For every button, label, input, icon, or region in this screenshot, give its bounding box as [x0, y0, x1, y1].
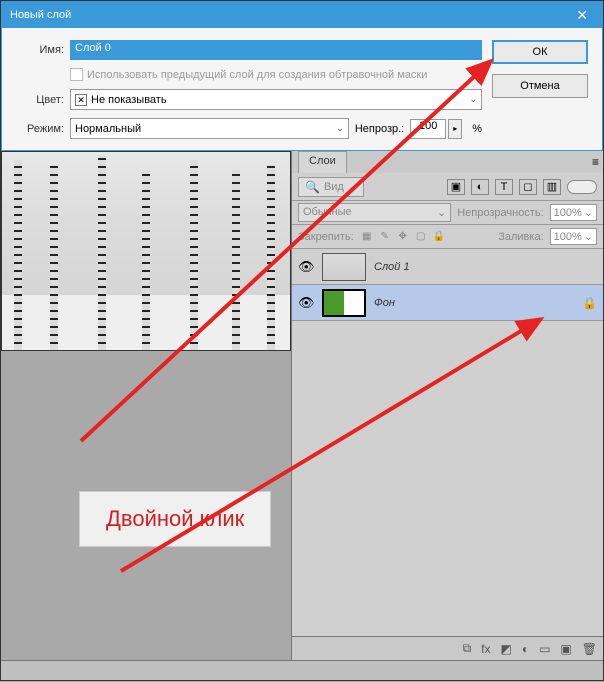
ok-button[interactable]: ОК [492, 40, 588, 64]
annotation-callout: Двойной клик [79, 491, 271, 547]
search-icon: 🔍 [305, 180, 320, 194]
status-bar [1, 660, 603, 680]
layer-row[interactable]: 👁 Слой 1 [292, 249, 603, 285]
layer-thumbnail[interactable] [322, 289, 366, 317]
mask-icon[interactable]: ◩ [500, 642, 511, 656]
name-input[interactable]: Слой 0 [70, 40, 482, 60]
layer-thumbnail[interactable] [322, 253, 366, 281]
layer-name[interactable]: Слой 1 [374, 261, 597, 273]
panel-menu-icon[interactable]: ≡ [592, 155, 599, 169]
filter-kind-select[interactable]: 🔍 Вид ⌄ [298, 177, 364, 197]
use-prev-mask-label: Использовать предыдущий слой для создани… [87, 69, 427, 81]
percent-label: % [472, 123, 482, 135]
cancel-button[interactable]: Отмена [492, 74, 588, 98]
opacity-stepper[interactable]: ▸ [448, 119, 462, 139]
visibility-eye-icon[interactable]: 👁 [298, 295, 314, 311]
use-prev-mask-checkbox [70, 68, 83, 81]
color-label: Цвет: [16, 94, 64, 106]
blend-mode-select[interactable]: Обычные ⌄ [298, 203, 451, 222]
layers-list: 👁 Слой 1 👁 Фон 🔒 [292, 249, 603, 636]
filter-shape-icon[interactable]: ◻ [519, 179, 537, 195]
name-label: Имя: [16, 44, 64, 56]
chevron-icon: ⌄ [348, 180, 357, 193]
layer-row[interactable]: 👁 Фон 🔒 [292, 285, 603, 321]
dialog-titlebar[interactable]: Новый слой ✕ [2, 2, 602, 28]
opacity-label: Непрозрачность: [457, 207, 543, 219]
mode-select[interactable]: Нормальный ⌄ [70, 118, 349, 139]
document-viewport[interactable] [1, 151, 293, 660]
filter-row: 🔍 Вид ⌄ ▣ ◐ T ◻ ▥ [292, 173, 603, 201]
lock-position-icon[interactable]: ✥ [396, 230, 410, 244]
fx-icon[interactable]: fx [481, 642, 490, 656]
lock-artboard-icon[interactable]: ▢ [414, 230, 428, 244]
dialog-title: Новый слой [10, 9, 71, 21]
none-icon: ✕ [75, 94, 87, 106]
new-layer-icon[interactable]: ▣ [560, 642, 571, 656]
document-image [1, 151, 291, 351]
close-icon[interactable]: ✕ [570, 5, 594, 26]
filter-adjust-icon[interactable]: ◐ [471, 179, 489, 195]
chevron-icon: ⌄ [584, 230, 593, 243]
adjustment-icon[interactable]: ◐ [522, 642, 529, 656]
chevron-down-icon: ⌄ [469, 94, 477, 105]
opacity-value[interactable]: 100% ⌄ [550, 204, 597, 221]
lock-all-icon[interactable]: 🔒 [432, 230, 446, 244]
fill-value[interactable]: 100% ⌄ [550, 228, 597, 245]
lock-label: Закрепить: [298, 231, 354, 243]
chevron-icon: ⌄ [437, 206, 446, 219]
layer-name[interactable]: Фон [374, 297, 574, 309]
layers-panel: Слои ≡ 🔍 Вид ⌄ ▣ ◐ T ◻ ▥ Обычные ⌄ Непро… [291, 151, 603, 660]
group-icon[interactable]: ▭ [539, 642, 550, 656]
blend-mode-label: Обычные [303, 206, 352, 219]
color-select[interactable]: ✕Не показывать ⌄ [70, 89, 482, 110]
panel-footer: ⧉ fx ◩ ◐ ▭ ▣ 🗑 [292, 636, 603, 660]
trash-icon[interactable]: 🗑 [582, 642, 597, 656]
lock-brush-icon[interactable]: ✎ [378, 230, 392, 244]
filter-pixel-icon[interactable]: ▣ [447, 179, 465, 195]
link-layers-icon[interactable]: ⧉ [463, 641, 472, 656]
filter-type-icon[interactable]: T [495, 179, 513, 195]
filter-smart-icon[interactable]: ▥ [543, 179, 561, 195]
chevron-icon: ⌄ [584, 206, 593, 219]
opacity-label: Непрозр.: [355, 123, 404, 135]
chevron-down-icon: ⌄ [336, 123, 344, 134]
new-layer-dialog: Новый слой ✕ Имя: Слой 0 Использовать пр… [1, 1, 603, 151]
tab-layers[interactable]: Слои [298, 151, 347, 173]
filter-kind-label: Вид [324, 181, 344, 193]
lock-pixels-icon[interactable]: ▦ [360, 230, 374, 244]
mode-label: Режим: [16, 123, 64, 135]
lock-icon: 🔒 [582, 296, 597, 310]
opacity-input[interactable]: 100 [410, 119, 446, 139]
filter-toggle[interactable] [567, 180, 597, 194]
visibility-eye-icon[interactable]: 👁 [298, 259, 314, 275]
fill-label: Заливка: [498, 231, 543, 243]
